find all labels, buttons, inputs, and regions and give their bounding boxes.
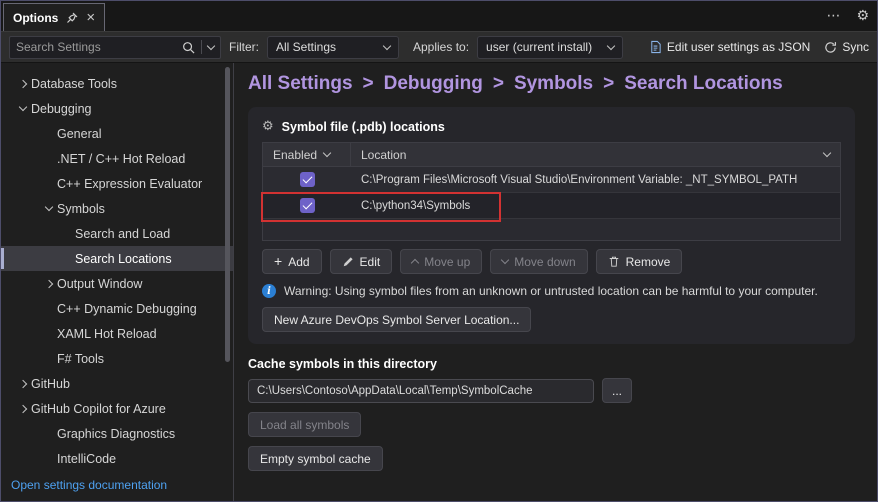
column-header-location[interactable]: Location <box>351 143 840 166</box>
filter-label: Filter: <box>229 40 259 54</box>
location-cell: C:\python34\Symbols <box>361 199 471 212</box>
applies-to-dropdown[interactable]: user (current install) <box>477 35 624 59</box>
chevron-right-icon <box>41 281 57 287</box>
cache-path-row: ... <box>248 378 855 403</box>
sync-label: Sync <box>842 40 869 54</box>
sidebar-item-github-copilot-for-azure[interactable]: GitHub Copilot for Azure <box>1 396 233 421</box>
sync-button[interactable]: Sync <box>824 40 869 54</box>
edit-button[interactable]: Edit <box>329 249 393 274</box>
cache-directory-input[interactable] <box>248 378 594 403</box>
scrollbar-thumb[interactable] <box>225 67 230 362</box>
edit-json-button[interactable]: Edit user settings as JSON <box>649 40 810 54</box>
breadcrumb-separator: > <box>603 73 615 94</box>
trash-icon <box>608 255 620 268</box>
sidebar-item-dotnet-cpp-hot-reload[interactable]: .NET / C++ Hot Reload <box>1 146 233 171</box>
new-azure-devops-symbol-server-button[interactable]: New Azure DevOps Symbol Server Location.… <box>262 307 532 332</box>
search-icon[interactable] <box>182 41 195 54</box>
chevron-down-icon <box>324 153 330 156</box>
info-icon: i <box>262 284 276 298</box>
sidebar-item-intellicode[interactable]: IntelliCode <box>1 446 233 471</box>
sidebar-item-cpp-expression-evaluator[interactable]: C++ Expression Evaluator <box>1 171 233 196</box>
sidebar-item-output-window[interactable]: Output Window <box>1 271 233 296</box>
sidebar-item-search-and-load[interactable]: Search and Load <box>1 221 233 246</box>
sidebar-item-xaml-hot-reload[interactable]: XAML Hot Reload <box>1 321 233 346</box>
setting-gear-icon: ⚙ <box>262 119 274 134</box>
applies-to-value: user (current install) <box>486 40 593 54</box>
breadcrumb-separator: > <box>492 73 504 94</box>
settings-tree-sidebar: Database Tools Debugging General .NET / … <box>1 63 234 501</box>
sidebar-item-search-locations[interactable]: Search Locations <box>1 246 233 271</box>
empty-symbol-cache-button[interactable]: Empty symbol cache <box>248 446 383 471</box>
sidebar-item-fsharp-tools[interactable]: F# Tools <box>1 346 233 371</box>
overflow-menu-icon[interactable]: ⋯ <box>826 9 840 23</box>
add-button[interactable]: + Add <box>262 249 322 274</box>
title-bar: Options × ⋯ ⚙ <box>1 1 877 31</box>
search-input[interactable] <box>16 40 176 54</box>
filter-value: All Settings <box>276 40 337 54</box>
load-all-symbols-button[interactable]: Load all symbols <box>248 412 362 437</box>
divider <box>201 40 202 54</box>
checkbox-checked[interactable] <box>299 198 315 213</box>
warning-text: Warning: Using symbol files from an unkn… <box>284 284 818 298</box>
settings-toolbar: Filter: All Settings Applies to: user (c… <box>1 31 877 63</box>
search-options-chevron-icon[interactable] <box>208 46 214 49</box>
sidebar-item-database-tools[interactable]: Database Tools <box>1 71 233 96</box>
cache-section-title: Cache symbols in this directory <box>248 357 437 371</box>
table-row[interactable]: C:\python34\Symbols <box>263 193 840 219</box>
chevron-down-icon <box>824 153 830 156</box>
sidebar-item-graphics-diagnostics[interactable]: Graphics Diagnostics <box>1 421 233 446</box>
move-up-button[interactable]: Move up <box>400 249 483 274</box>
breadcrumb-debugging: Debugging <box>383 73 483 94</box>
remove-button[interactable]: Remove <box>595 249 683 274</box>
sidebar-item-cpp-dynamic-debugging[interactable]: C++ Dynamic Debugging <box>1 296 233 321</box>
json-file-icon <box>649 40 662 54</box>
tab-title: Options <box>13 10 59 25</box>
open-settings-documentation-link[interactable]: Open settings documentation <box>11 478 167 492</box>
chevron-down-icon <box>608 46 614 49</box>
browse-button[interactable]: ... <box>602 378 632 403</box>
breadcrumb-search-locations: Search Locations <box>624 73 783 94</box>
gear-icon[interactable]: ⚙ <box>856 9 869 23</box>
settings-main-pane: All Settings > Debugging > Symbols > Sea… <box>234 63 877 501</box>
chevron-down-icon <box>384 46 390 49</box>
options-window: Options × ⋯ ⚙ Filter: All Settings Appli… <box>0 0 878 502</box>
location-cell: C:\Program Files\Microsoft Visual Studio… <box>361 173 798 186</box>
chevron-down-icon <box>15 107 31 110</box>
table-button-row: + Add Edit Move up Move down Remove <box>262 249 841 274</box>
applies-to-label: Applies to: <box>413 40 470 54</box>
chevron-right-icon <box>15 81 31 87</box>
breadcrumb-all-settings: All Settings <box>248 73 353 94</box>
sidebar-scrollbar[interactable] <box>223 65 232 499</box>
breadcrumb: All Settings > Debugging > Symbols > Sea… <box>248 73 855 95</box>
sidebar-item-symbols[interactable]: Symbols <box>1 196 233 221</box>
sync-icon <box>824 41 837 54</box>
pin-icon[interactable] <box>66 12 78 24</box>
pencil-icon <box>342 256 354 268</box>
checkbox-checked[interactable] <box>299 172 315 187</box>
sidebar-item-general[interactable]: General <box>1 121 233 146</box>
symbol-locations-table: Enabled Location C:\Program Files\Micros… <box>261 142 841 241</box>
close-icon[interactable]: × <box>86 10 95 25</box>
options-tab[interactable]: Options × <box>3 3 106 31</box>
edit-json-label: Edit user settings as JSON <box>666 40 811 54</box>
sidebar-item-debugging[interactable]: Debugging <box>1 96 233 121</box>
filter-dropdown[interactable]: All Settings <box>267 35 399 59</box>
empty-table-area <box>263 219 840 240</box>
sidebar-item-github[interactable]: GitHub <box>1 371 233 396</box>
breadcrumb-symbols: Symbols <box>513 73 594 94</box>
symbol-locations-panel: ⚙ Symbol file (.pdb) locations Enabled L… <box>248 107 855 344</box>
chevron-right-icon <box>15 406 31 412</box>
chevron-up-icon <box>412 257 418 266</box>
chevron-right-icon <box>15 381 31 387</box>
breadcrumb-separator: > <box>362 73 374 94</box>
warning-row: i Warning: Using symbol files from an un… <box>262 284 841 298</box>
chevron-down-icon <box>502 260 508 263</box>
column-header-enabled[interactable]: Enabled <box>263 143 351 166</box>
plus-icon: + <box>274 253 283 269</box>
panel-title: Symbol file (.pdb) locations <box>281 119 445 134</box>
move-down-button[interactable]: Move down <box>490 249 588 274</box>
search-settings-box <box>9 35 221 59</box>
chevron-down-icon <box>41 207 57 210</box>
table-row[interactable]: C:\Program Files\Microsoft Visual Studio… <box>263 167 840 193</box>
